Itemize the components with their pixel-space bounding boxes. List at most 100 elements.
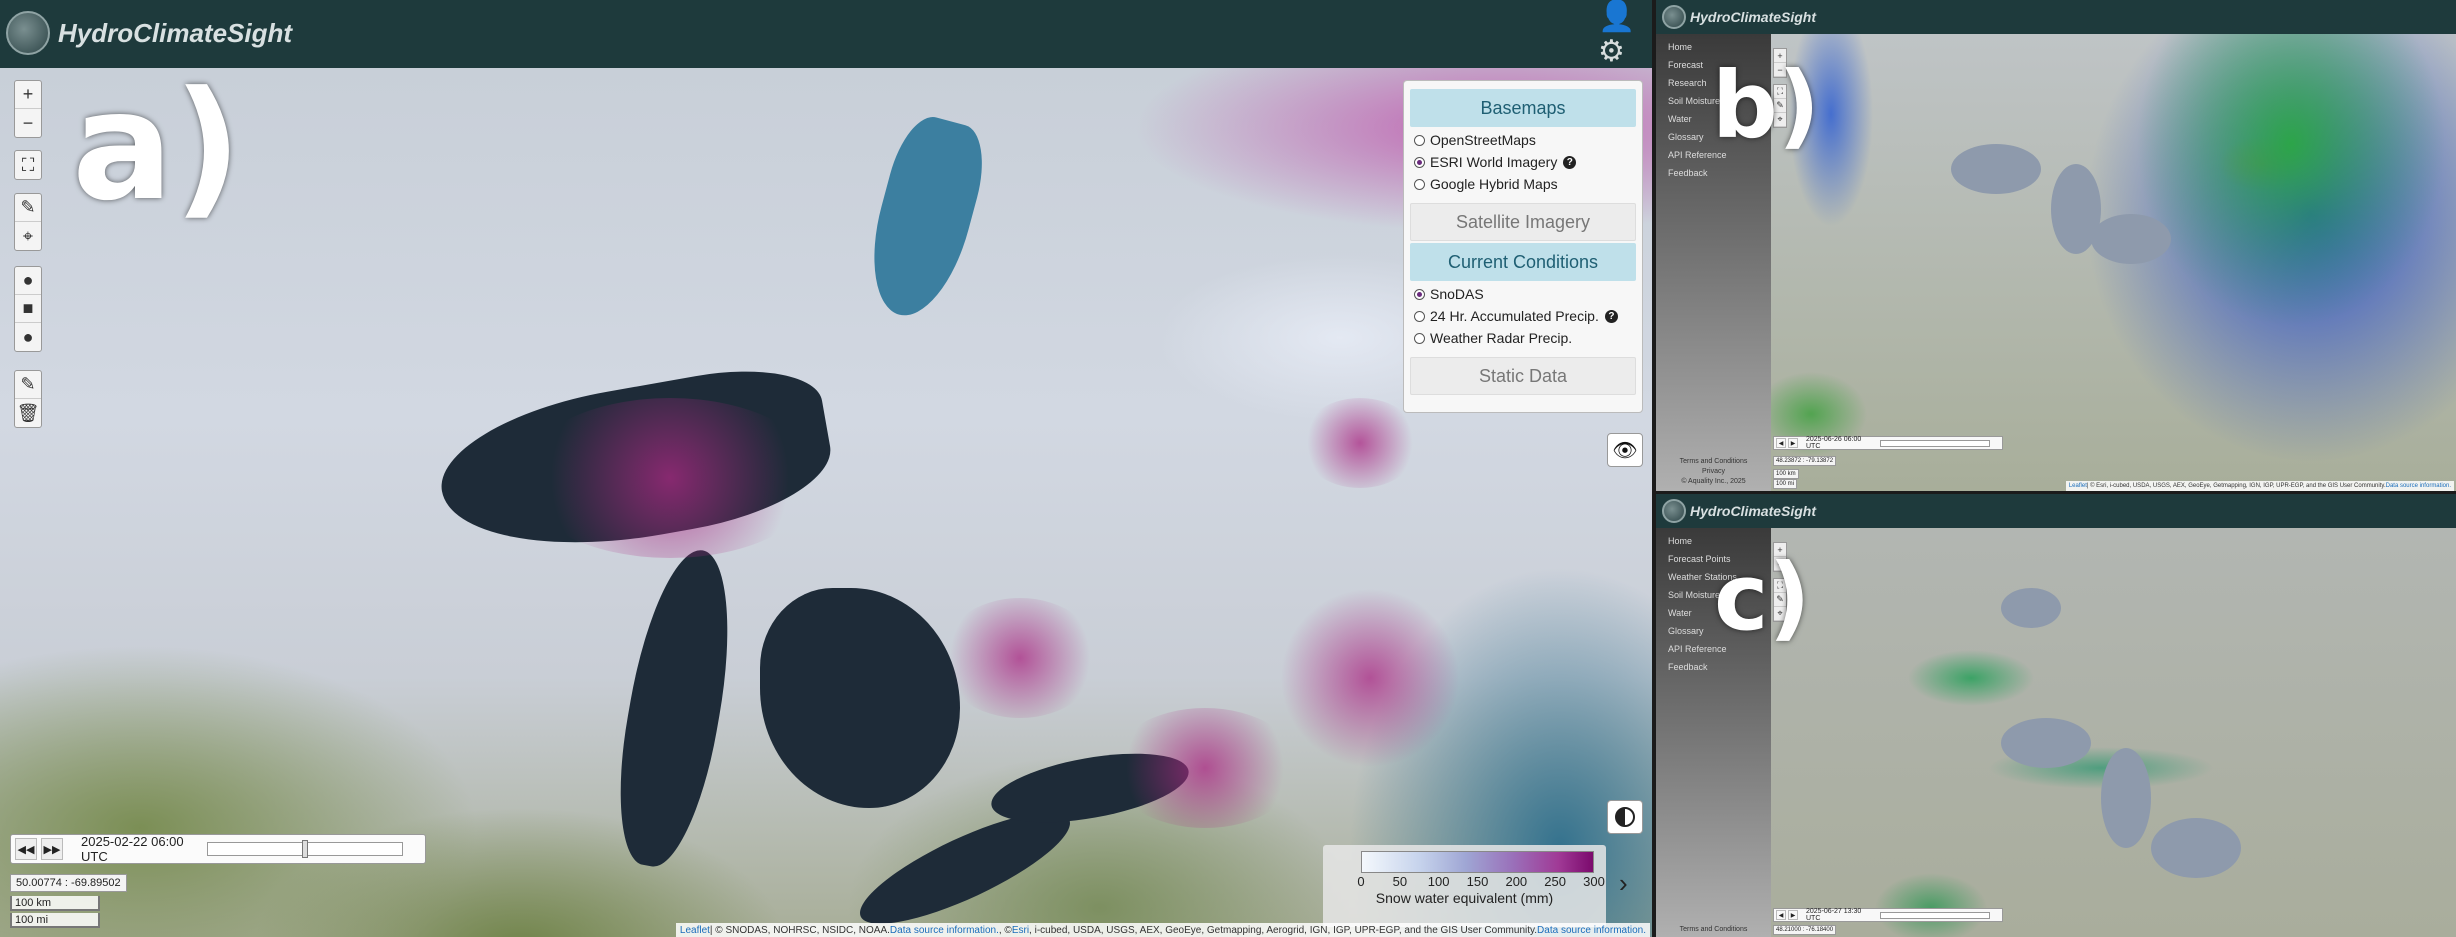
draw-rectangle-button[interactable]: ■ xyxy=(15,295,41,323)
user-gear-icon: 👤⚙ xyxy=(1598,0,1636,68)
time-slider-thumb[interactable] xyxy=(302,840,308,858)
draw-circle-button[interactable]: ● xyxy=(15,267,41,295)
fast-forward-icon: ▶ xyxy=(1790,440,1796,447)
fullscreen-icon: ⛶ xyxy=(21,154,35,175)
app-title: HydroClimateSight xyxy=(1690,503,1817,519)
map-canvas[interactable] xyxy=(1771,34,2456,491)
map-attribution: Leaflet | © SNODAS, NOHRSC, NSIDC, NOAA.… xyxy=(675,923,1650,937)
user-settings-button[interactable]: 👤⚙ xyxy=(1598,0,1648,68)
panel-label-c: c) xyxy=(1714,544,1811,651)
layer-label: Weather Radar Precip. xyxy=(1430,330,1573,346)
time-control: ◀ ▶ 2025-06-26 06:00 UTC xyxy=(1773,436,2003,450)
current-conditions-header[interactable]: Current Conditions xyxy=(1410,243,1636,281)
delete-button[interactable]: 🗑 xyxy=(15,399,41,427)
time-slider[interactable] xyxy=(1880,911,1990,919)
leaflet-link[interactable]: Leaflet xyxy=(2069,483,2087,489)
radio-24hr-precip[interactable] xyxy=(1414,310,1425,322)
data-source-link[interactable]: Data source information. xyxy=(2386,483,2451,489)
time-slider[interactable] xyxy=(1880,439,1990,447)
basemaps-header[interactable]: Basemaps xyxy=(1410,89,1636,127)
chevron-right-icon: › xyxy=(1619,868,1628,898)
panel-label-b: b) xyxy=(1712,52,1820,159)
snow-overlay xyxy=(1110,708,1300,828)
radio-google[interactable] xyxy=(1414,178,1425,190)
fullscreen-button[interactable]: ⛶ xyxy=(15,151,41,179)
lake xyxy=(1951,144,2041,194)
draw-button[interactable]: ✎ xyxy=(15,194,41,222)
attribution-text: , i-cubed, USDA, USGS, AEX, GeoEye, Getm… xyxy=(1029,924,1538,936)
rewind-icon: ◀ xyxy=(1778,440,1784,447)
lake xyxy=(2151,818,2241,878)
sidebar-item-feedback[interactable]: Feedback xyxy=(1656,658,1771,676)
app-header: HydroClimateSight 👤⚙ xyxy=(0,0,1652,68)
plus-icon: + xyxy=(22,84,34,104)
legend-toggle-button[interactable]: › xyxy=(1619,868,1628,899)
esri-link[interactable]: Esri xyxy=(1012,925,1029,936)
layer-panel: Basemaps OpenStreetMaps ESRI World Image… xyxy=(1403,80,1643,413)
lake xyxy=(2101,748,2151,848)
step-back-button[interactable]: ◀ xyxy=(1776,910,1786,920)
app-logo[interactable]: HydroClimateSight xyxy=(6,10,292,56)
globe-icon xyxy=(1662,499,1686,523)
data-source-link[interactable]: Data source information. xyxy=(1537,925,1646,936)
fullscreen-control: ⛶ xyxy=(14,150,42,180)
lake xyxy=(2001,588,2061,628)
static-data-header[interactable]: Static Data xyxy=(1410,357,1636,395)
draw-marker-button[interactable]: ● xyxy=(15,323,41,351)
dot-icon: ● xyxy=(22,326,34,347)
hide-panel-button[interactable]: 👁 xyxy=(1607,433,1643,467)
crop-button[interactable]: ⌖ xyxy=(15,222,41,250)
radio-esri[interactable] xyxy=(1414,156,1425,168)
data-source-link[interactable]: Data source information. xyxy=(890,925,999,936)
sidebar-item-feedback[interactable]: Feedback xyxy=(1656,164,1771,182)
radio-radar[interactable] xyxy=(1414,332,1425,344)
leaflet-link[interactable]: Leaflet xyxy=(680,925,710,936)
basemap-label: OpenStreetMaps xyxy=(1430,132,1536,148)
basemap-option-osm[interactable]: OpenStreetMaps xyxy=(1410,129,1636,151)
time-display: 2025-06-27 13:30 UTC xyxy=(1806,908,1862,922)
panel-label-a: a) xyxy=(72,60,242,234)
contrast-icon xyxy=(1615,807,1635,827)
scale-km: 100 km xyxy=(10,896,100,911)
contrast-toggle-button[interactable] xyxy=(1607,800,1643,834)
basemap-option-google[interactable]: Google Hybrid Maps xyxy=(1410,173,1636,195)
step-back-button[interactable]: ◀ xyxy=(1776,438,1786,448)
eye-slash-icon: 👁 xyxy=(1612,439,1638,462)
help-icon[interactable]: ? xyxy=(1563,155,1577,169)
privacy-link[interactable]: Privacy xyxy=(1656,467,1771,477)
layer-option-snodas[interactable]: SnoDAS xyxy=(1410,283,1636,305)
step-forward-button[interactable]: ▶ xyxy=(1788,910,1798,920)
map-canvas[interactable] xyxy=(1771,528,2456,937)
basemap-option-esri[interactable]: ESRI World Imagery ? xyxy=(1410,151,1636,173)
time-slider[interactable] xyxy=(207,840,403,858)
scale-mi: 100 mi xyxy=(1773,479,1798,489)
app-logo[interactable]: HydroClimateSight xyxy=(1662,498,1816,524)
circle-icon: ● xyxy=(22,270,34,290)
legend: 0 50 100 150 200 250 300 Snow water equivalent… xyxy=(1323,845,1606,927)
copyright: © Aquality Inc., 2025 xyxy=(1681,478,1746,485)
step-forward-button[interactable]: ▶▶ xyxy=(41,838,63,860)
rewind-icon: ◀◀ xyxy=(17,843,35,856)
time-display: 2025-06-26 06:00 UTC xyxy=(1806,436,1862,450)
pencil-icon: ✎ xyxy=(20,197,36,217)
zoom-out-button[interactable]: − xyxy=(15,109,41,137)
layer-label: SnoDAS xyxy=(1430,286,1484,302)
step-back-button[interactable]: ◀◀ xyxy=(15,838,37,860)
terms-link[interactable]: Terms and Conditions xyxy=(1656,925,1771,935)
terms-link[interactable]: Terms and Conditions xyxy=(1656,457,1771,467)
step-forward-button[interactable]: ▶ xyxy=(1788,438,1798,448)
legend-tick-label: 50 xyxy=(1392,874,1408,889)
basemap-label: ESRI World Imagery xyxy=(1430,154,1558,170)
edit-button[interactable]: ✎ xyxy=(15,371,41,399)
app-logo[interactable]: HydroClimateSight xyxy=(1662,4,1816,30)
radio-osm[interactable] xyxy=(1414,134,1425,146)
layer-option-radar[interactable]: Weather Radar Precip. xyxy=(1410,327,1636,349)
zoom-in-button[interactable]: + xyxy=(15,81,41,109)
satellite-imagery-header[interactable]: Satellite Imagery xyxy=(1410,203,1636,241)
time-control: ◀ ▶ 2025-06-27 13:30 UTC xyxy=(1773,908,2003,922)
layer-option-24hr-precip[interactable]: 24 Hr. Accumulated Precip. ? xyxy=(1410,305,1636,327)
radio-snodas[interactable] xyxy=(1414,288,1425,300)
legend-tick-label: 100 xyxy=(1427,874,1450,889)
legend-ticks: 0 50 100 150 200 250 300 xyxy=(1357,873,1604,889)
help-icon[interactable]: ? xyxy=(1604,309,1618,323)
